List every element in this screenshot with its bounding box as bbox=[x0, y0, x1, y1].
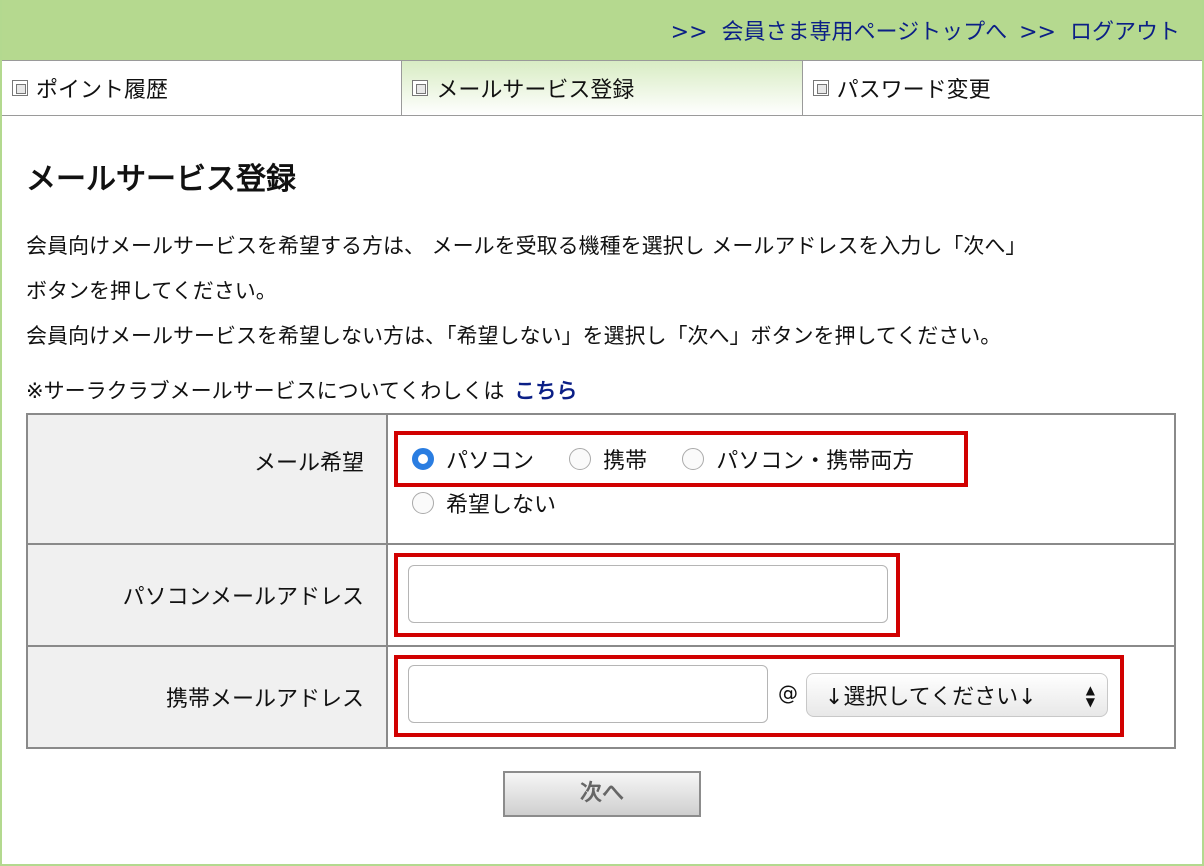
description-line: ボタンを押してください。 bbox=[26, 279, 277, 303]
registration-form: メール希望 パソコン 携帯 パソコン・携帯両方 希望しない パソコンメールアドレ… bbox=[26, 413, 1176, 749]
mail-preference-label: メール希望 bbox=[26, 413, 388, 545]
mail-preference-field: パソコン 携帯 パソコン・携帯両方 希望しない bbox=[386, 413, 1176, 545]
page-frame: >> 会員さま専用ページトップへ >> ログアウト ポイント履歴 メールサービス登録 … bbox=[0, 0, 1204, 866]
at-sign: @ bbox=[778, 681, 798, 705]
radio-unselected-icon bbox=[569, 448, 592, 470]
nav-arrow: >> bbox=[1019, 20, 1056, 45]
tab-square-icon bbox=[12, 80, 28, 96]
mobile-address-field: @ ↓選択してください↓ ▲ ▼ bbox=[386, 645, 1176, 749]
form-row-mail-preference: メール希望 パソコン 携帯 パソコン・携帯両方 希望しない bbox=[26, 413, 1176, 545]
page-title: メールサービス登録 bbox=[26, 162, 296, 197]
description-line: 会員向けメールサービスを希望する方は、 メールを受取る機種を選択し メールアドレ… bbox=[26, 234, 1027, 258]
pc-address-field bbox=[386, 543, 1176, 647]
form-row-pc-address: パソコンメールアドレス bbox=[26, 543, 1176, 647]
tab-label: ポイント履歴 bbox=[36, 78, 169, 103]
next-button[interactable]: 次へ bbox=[503, 771, 701, 817]
form-row-mobile-address: 携帯メールアドレス @ ↓選択してください↓ ▲ ▼ bbox=[26, 645, 1176, 749]
select-arrows-icon: ▲ ▼ bbox=[1085, 683, 1095, 709]
description-line: 会員向けメールサービスを希望しない方は、「希望しない」を選択し「次へ」ボタンを押… bbox=[26, 324, 1002, 348]
radio-label: パソコン・携帯両方 bbox=[716, 449, 915, 474]
nav-arrow: >> bbox=[670, 20, 708, 45]
note-text: ※サーラクラブメールサービスについてくわしくは bbox=[26, 379, 505, 403]
tab-square-icon bbox=[812, 80, 829, 96]
radio-label: パソコン bbox=[446, 449, 535, 474]
tab-label: メールサービス登録 bbox=[436, 78, 635, 103]
tab-label: パスワード変更 bbox=[836, 78, 991, 103]
radio-not-wanted[interactable]: 希望しない bbox=[412, 487, 556, 519]
pc-email-input[interactable] bbox=[408, 565, 888, 623]
radio-label: 携帯 bbox=[603, 449, 648, 474]
radio-group: 希望しない bbox=[412, 487, 586, 519]
radio-group: パソコン 携帯 パソコン・携帯両方 bbox=[412, 443, 944, 475]
tab-bar: ポイント履歴 メールサービス登録 パスワード変更 bbox=[2, 60, 1202, 116]
mobile-email-input[interactable] bbox=[408, 665, 768, 723]
tab-password-change[interactable]: パスワード変更 bbox=[803, 61, 1202, 115]
tab-square-icon bbox=[412, 80, 429, 96]
top-navigation: >> 会員さま専用ページトップへ >> ログアウト bbox=[671, 14, 1180, 46]
member-top-link[interactable]: 会員さま専用ページトップへ bbox=[722, 20, 1008, 45]
radio-unselected-icon bbox=[412, 492, 434, 514]
radio-selected-icon bbox=[412, 448, 434, 470]
pc-address-label: パソコンメールアドレス bbox=[26, 543, 388, 647]
button-area: 次へ bbox=[26, 771, 1178, 817]
radio-both[interactable]: パソコン・携帯両方 bbox=[682, 443, 914, 475]
domain-select[interactable]: ↓選択してください↓ ▲ ▼ bbox=[806, 673, 1108, 717]
main-content: メールサービス登録 会員向けメールサービスを希望する方は、 メールを受取る機種を… bbox=[2, 154, 1202, 817]
radio-label: 希望しない bbox=[446, 493, 557, 518]
logout-link[interactable]: ログアウト bbox=[1070, 20, 1180, 45]
tab-mail-service[interactable]: メールサービス登録 bbox=[402, 61, 803, 115]
tab-point-history[interactable]: ポイント履歴 bbox=[2, 61, 403, 115]
radio-mobile[interactable]: 携帯 bbox=[569, 443, 647, 475]
radio-pc[interactable]: パソコン bbox=[412, 443, 534, 475]
details-link[interactable]: こちら bbox=[514, 379, 577, 403]
select-value: ↓選択してください↓ bbox=[825, 685, 1037, 710]
header-bar: >> 会員さま専用ページトップへ >> ログアウト bbox=[2, 0, 1202, 60]
mobile-address-label: 携帯メールアドレス bbox=[26, 645, 388, 749]
info-note: ※サーラクラブメールサービスについてくわしくは こちら bbox=[26, 377, 1178, 405]
radio-unselected-icon bbox=[682, 448, 705, 470]
